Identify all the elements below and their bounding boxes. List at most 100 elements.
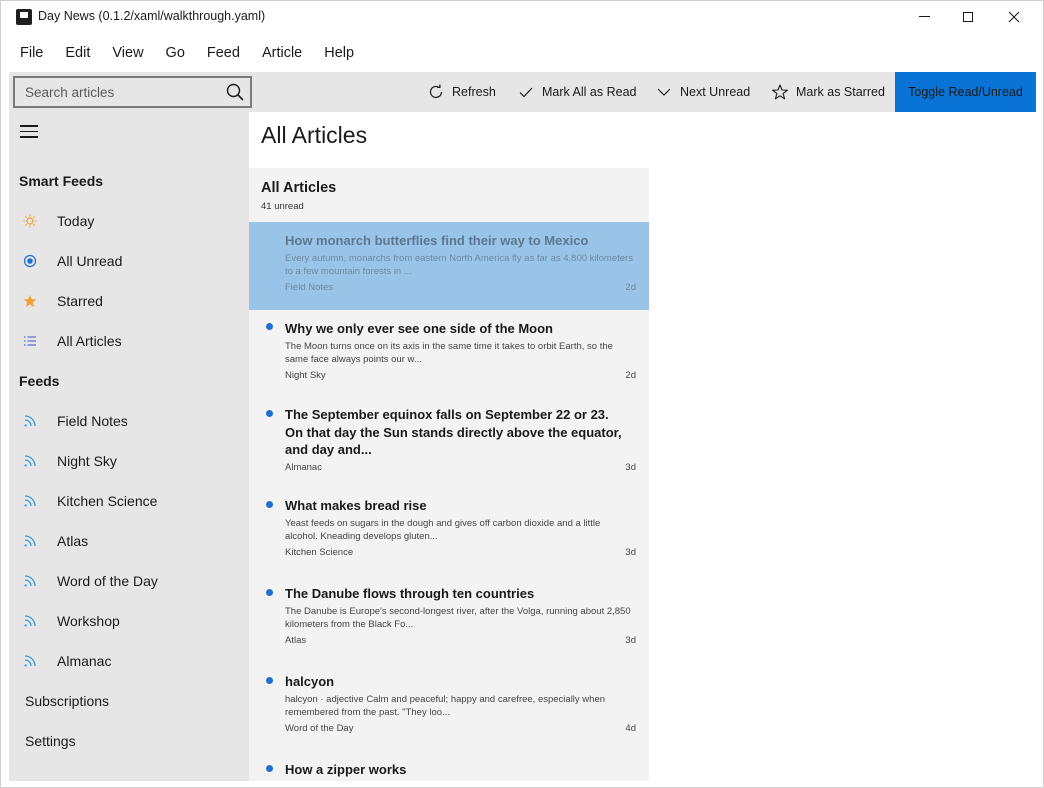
sidebar-item-label: All Articles [57, 333, 122, 349]
sidebar-item-label: Atlas [57, 533, 89, 549]
toggle-read-unread-button[interactable]: Toggle Read/Unread [895, 72, 1036, 112]
menu-feed[interactable]: Feed [196, 33, 251, 73]
sidebar-item-label: Starred [57, 293, 103, 309]
sidebar-item-kitchen-science[interactable]: Kitchen Science [9, 481, 249, 521]
list-title: All Articles [261, 180, 337, 196]
menu-file[interactable]: File [9, 33, 54, 73]
rss-icon [23, 494, 37, 508]
article-title: The Danube flows through ten countries [285, 586, 535, 601]
sidebar-item-starred[interactable]: Starred [9, 281, 249, 321]
search-input[interactable] [15, 78, 215, 106]
article-source: Almanac [285, 462, 322, 473]
unread-dot-icon [266, 501, 273, 508]
sidebar: Smart Feeds Today All Unread Starred All… [9, 112, 249, 781]
window-title: Day News (0.1.2/xaml/walkthrough.yaml) [38, 9, 266, 23]
minimize-button[interactable] [901, 1, 947, 32]
mark-starred-button[interactable]: Mark as Starred [772, 72, 885, 112]
title-bar: Day News (0.1.2/xaml/walkthrough.yaml) [1, 1, 1043, 32]
sidebar-item-today[interactable]: Today [9, 201, 249, 241]
mark-starred-label: Mark as Starred [796, 85, 885, 99]
article-snippet: Every autumn, monarchs from eastern Nort… [285, 253, 633, 277]
menu-go[interactable]: Go [155, 33, 196, 73]
article-title: halcyon [285, 674, 335, 689]
rss-icon [23, 454, 37, 468]
close-icon [1008, 11, 1020, 22]
menu-bar: File Edit View Go Feed Article Help [9, 33, 1035, 73]
article-title: Why we only ever see one side of the Moo… [285, 321, 553, 336]
maximize-button[interactable] [945, 1, 991, 32]
article-age: 3d [625, 635, 636, 646]
sidebar-item-word-of-the-day[interactable]: Word of the Day [9, 561, 249, 601]
article-snippet: halcyon · adjective Calm and peaceful; h… [285, 694, 606, 718]
menu-view[interactable]: View [101, 33, 154, 73]
article-age: 2d [625, 282, 636, 293]
sidebar-item-label: Night Sky [57, 453, 117, 469]
search-icon[interactable] [226, 83, 244, 101]
sidebar-item-workshop[interactable]: Workshop [9, 601, 249, 641]
checkmark-icon [519, 87, 533, 98]
menu-help[interactable]: Help [313, 33, 365, 73]
article-title: How a zipper works [285, 762, 407, 777]
article-item[interactable]: How a zipper works [249, 754, 649, 781]
unread-dot-icon [266, 323, 273, 330]
sidebar-item-all-unread[interactable]: All Unread [9, 241, 249, 281]
article-item[interactable]: How monarch butterflies find their way t… [249, 222, 649, 310]
refresh-button[interactable]: Refresh [428, 72, 496, 112]
article-item[interactable]: halcyon halcyon · adjective Calm and pea… [249, 666, 649, 754]
app-icon [16, 9, 32, 25]
sidebar-item-all-articles[interactable]: All Articles [9, 321, 249, 361]
menu-article[interactable]: Article [251, 33, 313, 73]
unread-dot-icon [266, 677, 273, 684]
article-age: 4d [625, 723, 636, 734]
article-source: Night Sky [285, 370, 326, 381]
unread-count: 41 unread [261, 201, 304, 212]
maximize-icon [963, 11, 973, 22]
mark-all-read-label: Mark All as Read [542, 85, 637, 99]
article-title: The September equinox falls on September… [285, 407, 622, 457]
rss-icon [23, 534, 37, 548]
sidebar-item-label: Kitchen Science [57, 493, 158, 509]
article-source: Kitchen Science [285, 547, 354, 558]
rss-icon [23, 614, 37, 628]
article-item[interactable]: Why we only ever see one side of the Moo… [249, 310, 649, 398]
hamburger-menu-icon[interactable] [20, 125, 38, 139]
radio-dot-icon [23, 254, 37, 268]
unread-dot-icon [266, 765, 273, 772]
toolbar: Refresh Mark All as Read Next Unread Mar… [9, 72, 1036, 112]
main-content: All Articles All Articles 41 unread How … [249, 112, 1036, 781]
menu-edit[interactable]: Edit [54, 33, 101, 73]
rss-icon [23, 414, 37, 428]
next-unread-button[interactable]: Next Unread [656, 72, 750, 112]
feeds-heading: Feeds [19, 373, 60, 389]
sidebar-item-almanac[interactable]: Almanac [9, 641, 249, 681]
sidebar-item-field-notes[interactable]: Field Notes [9, 401, 249, 441]
sidebar-item-label: Workshop [57, 613, 120, 629]
sidebar-item-label: Field Notes [57, 413, 128, 429]
article-title: What makes bread rise [285, 498, 427, 513]
article-snippet: The Danube is Europe's second-longest ri… [285, 606, 631, 630]
subscriptions-link[interactable]: Subscriptions [25, 693, 109, 709]
rss-icon [23, 574, 37, 588]
chevron-down-icon [657, 88, 671, 96]
article-age: 2d [625, 370, 636, 381]
list-icon [23, 334, 37, 348]
mark-all-read-button[interactable]: Mark All as Read [518, 72, 636, 112]
close-button[interactable] [991, 1, 1037, 32]
article-item[interactable]: The September equinox falls on September… [249, 398, 649, 490]
sidebar-item-label: All Unread [57, 253, 123, 269]
settings-link[interactable]: Settings [25, 733, 76, 749]
article-source: Word of the Day [285, 723, 354, 734]
rss-icon [23, 654, 37, 668]
article-source: Atlas [285, 635, 307, 646]
sidebar-item-night-sky[interactable]: Night Sky [9, 441, 249, 481]
unread-dot-icon [266, 410, 273, 417]
article-source: Field Notes [285, 282, 334, 293]
article-item[interactable]: What makes bread rise Yeast feeds on sug… [249, 490, 649, 578]
article-snippet: The Moon turns once on its axis in the s… [285, 341, 613, 365]
app-window: Day News (0.1.2/xaml/walkthrough.yaml) F… [0, 0, 1044, 788]
article-snippet: Yeast feeds on sugars in the dough and g… [285, 518, 601, 542]
article-item[interactable]: The Danube flows through ten countries T… [249, 578, 649, 666]
article-title: How monarch butterflies find their way t… [285, 233, 589, 248]
sidebar-item-label: Word of the Day [57, 573, 158, 589]
sidebar-item-atlas[interactable]: Atlas [9, 521, 249, 561]
